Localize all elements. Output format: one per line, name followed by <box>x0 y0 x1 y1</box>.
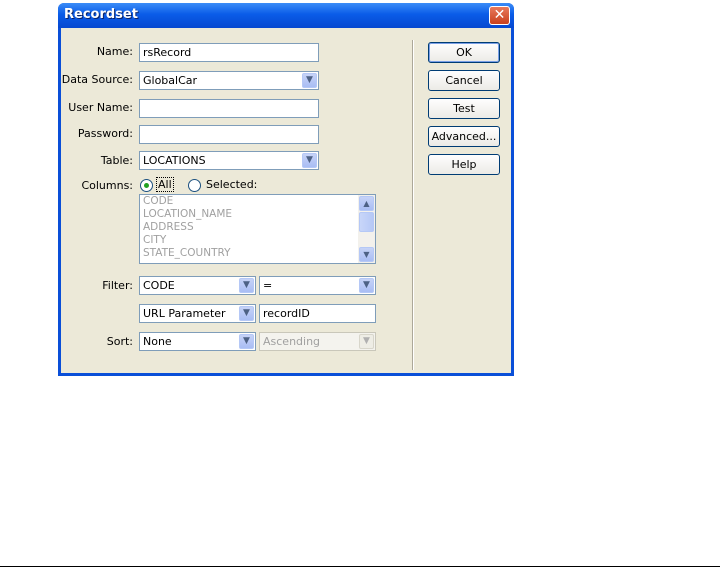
filter-value-input[interactable]: recordID <box>259 304 376 323</box>
table-value: LOCATIONS <box>143 154 206 167</box>
columns-scrollbar[interactable]: ▲ ▼ <box>358 195 375 263</box>
close-button[interactable]: ✕ <box>489 6 510 25</box>
chevron-down-icon[interactable]: ▼ <box>359 278 374 293</box>
chevron-down-icon[interactable]: ▼ <box>239 334 254 349</box>
scroll-down-icon[interactable]: ▼ <box>359 247 374 262</box>
filter-operator-select[interactable]: = ▼ <box>259 276 376 295</box>
table-label: Table: <box>100 154 133 167</box>
filter-column-select[interactable]: CODE ▼ <box>139 276 256 295</box>
filter-source-value: URL Parameter <box>143 307 226 320</box>
data-source-label: Data Source: <box>61 73 133 86</box>
data-source-select[interactable]: GlobalCar ▼ <box>139 71 319 90</box>
filter-operator-value: = <box>263 279 273 292</box>
name-input[interactable]: rsRecord <box>139 43 319 62</box>
dialog-title: Recordset <box>64 7 138 22</box>
chevron-down-icon[interactable]: ▼ <box>302 73 317 88</box>
name-label: Name: <box>96 45 133 58</box>
filter-column-value: CODE <box>143 279 175 292</box>
dialog-body: Name: rsRecord Data Source: GlobalCar ▼ … <box>61 28 511 373</box>
list-item: STATE_COUNTRY <box>143 247 231 259</box>
cancel-button[interactable]: Cancel <box>428 70 500 91</box>
data-source-value: GlobalCar <box>143 74 198 87</box>
columns-all-label[interactable]: All <box>156 177 174 192</box>
user-name-label: User Name: <box>68 101 133 114</box>
columns-selected-radio[interactable] <box>188 179 201 192</box>
scroll-thumb[interactable] <box>359 212 374 232</box>
close-icon: ✕ <box>493 7 506 23</box>
chevron-down-icon[interactable]: ▼ <box>302 153 317 168</box>
columns-listbox[interactable]: CODE LOCATION_NAME ADDRESS CITY STATE_CO… <box>139 194 376 264</box>
table-select[interactable]: LOCATIONS ▼ <box>139 151 319 170</box>
user-name-input[interactable] <box>139 99 319 118</box>
columns-all-radio[interactable] <box>140 179 153 192</box>
radio-selected-dot <box>144 183 149 188</box>
list-item: CODE <box>143 195 174 207</box>
password-input[interactable] <box>139 125 319 144</box>
sort-column-value: None <box>143 335 172 348</box>
vertical-separator <box>412 40 414 370</box>
title-bar[interactable]: Recordset ✕ <box>58 3 514 28</box>
columns-selected-label[interactable]: Selected: <box>206 178 257 191</box>
columns-label: Columns: <box>81 179 133 192</box>
chevron-down-icon[interactable]: ▼ <box>239 306 254 321</box>
list-item: LOCATION_NAME <box>143 208 233 220</box>
list-item: CITY <box>143 234 167 246</box>
advanced-button[interactable]: Advanced... <box>428 126 500 147</box>
chevron-down-icon: ▼ <box>359 334 374 349</box>
scroll-up-icon[interactable]: ▲ <box>359 196 374 211</box>
ok-button[interactable]: OK <box>428 42 500 63</box>
recordset-dialog: Recordset ✕ Name: rsRecord Data Source: … <box>58 3 514 376</box>
chevron-down-icon[interactable]: ▼ <box>239 278 254 293</box>
sort-column-select[interactable]: None ▼ <box>139 332 256 351</box>
filter-source-select[interactable]: URL Parameter ▼ <box>139 304 256 323</box>
password-label: Password: <box>77 127 133 140</box>
filter-label: Filter: <box>102 279 133 292</box>
list-item: ADDRESS <box>143 221 194 233</box>
sort-order-value: Ascending <box>263 335 321 348</box>
sort-label: Sort: <box>106 335 133 348</box>
help-button[interactable]: Help <box>428 154 500 175</box>
sort-order-select: Ascending ▼ <box>259 332 376 351</box>
page-rule <box>0 566 720 567</box>
test-button[interactable]: Test <box>428 98 500 119</box>
